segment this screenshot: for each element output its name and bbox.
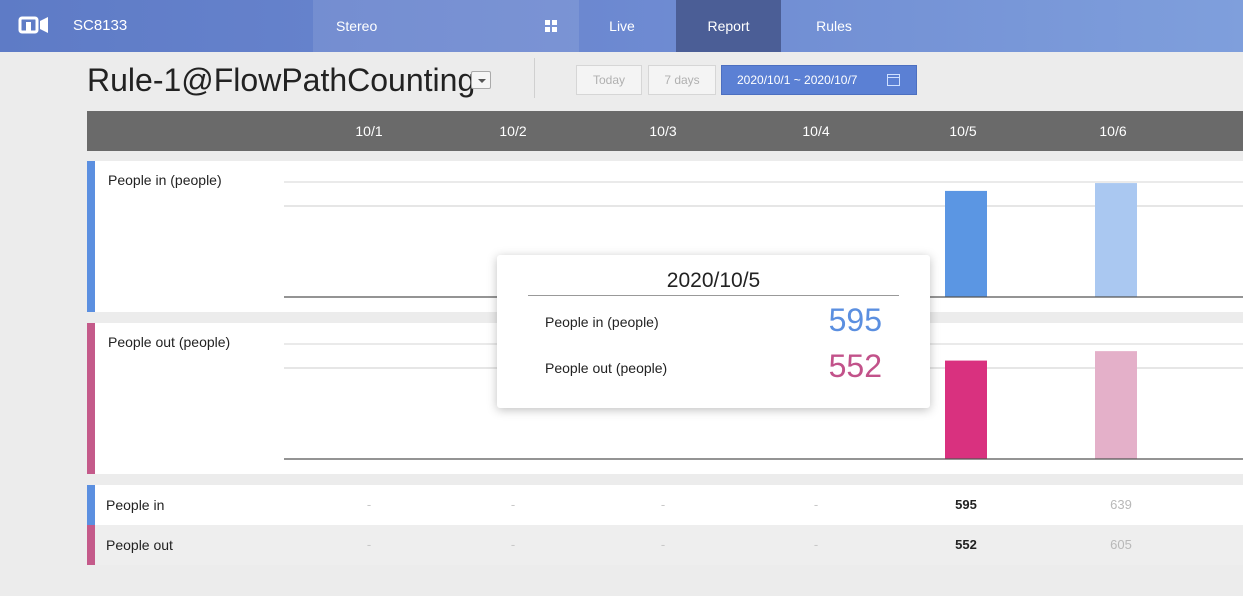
people-out-row-accent [87, 525, 95, 565]
tooltip-out-value: 552 [828, 348, 882, 384]
grid-icon[interactable] [545, 20, 557, 32]
date-header-bar: 10/1 10/2 10/3 10/4 10/5 10/6 [87, 111, 1243, 151]
table-cell: - [813, 537, 819, 552]
date-header-cell: 10/1 [355, 123, 383, 139]
tab-live[interactable]: Live [597, 0, 647, 52]
seven-days-button[interactable]: 7 days [648, 65, 716, 95]
header-divider [534, 58, 535, 98]
tooltip-row-in: People in (people) 595 [545, 302, 882, 342]
tooltip-in-value: 595 [828, 302, 882, 338]
rule-title: Rule-1@FlowPathCounting [87, 62, 476, 98]
table-cell: - [813, 497, 819, 512]
tooltip-row-out: People out (people) 552 [545, 348, 882, 388]
date-header-cell: 10/4 [802, 123, 830, 139]
date-header-cell: 10/6 [1099, 123, 1127, 139]
tab-stereo[interactable]: Stereo [313, 0, 579, 52]
chart-tooltip: 2020/10/5 People in (people) 595 People … [497, 255, 930, 408]
table-cell: 552 [955, 537, 977, 552]
device-name: SC8133 [73, 17, 128, 34]
people-in-row-label: People in [106, 497, 165, 513]
tab-stereo-label: Stereo [336, 18, 378, 34]
table-cell: 595 [955, 497, 977, 512]
tooltip-date: 2020/10/5 [666, 269, 761, 292]
date-range-button[interactable]: 2020/10/1 ~ 2020/10/7 [721, 65, 917, 95]
chart-bar[interactable] [945, 190, 987, 297]
camera-brand-logo-icon[interactable] [18, 13, 52, 39]
today-button[interactable]: Today [576, 65, 642, 95]
date-range-label: 2020/10/1 ~ 2020/10/7 [737, 73, 858, 87]
chart-bar[interactable] [945, 360, 987, 459]
date-header-cell: 10/5 [949, 123, 977, 139]
rule-dropdown-button[interactable] [471, 71, 491, 89]
chart-bar[interactable] [1095, 351, 1137, 459]
people-in-table-row: People in - - - - 595 639 [87, 485, 1243, 525]
table-cell: - [660, 537, 666, 552]
date-header-cell: 10/3 [649, 123, 677, 139]
tooltip-in-label: People in (people) [545, 314, 659, 330]
table-cell: - [510, 537, 516, 552]
people-in-row-accent [87, 485, 95, 525]
tab-rules[interactable]: Rules [804, 0, 864, 52]
tab-report[interactable]: Report [676, 0, 781, 52]
table-cell: - [366, 537, 372, 552]
people-out-table-row: People out - - - - 552 605 [87, 525, 1243, 565]
table-cell: - [660, 497, 666, 512]
calendar-icon [887, 74, 900, 86]
table-cell: - [510, 497, 516, 512]
date-header-cell: 10/2 [499, 123, 527, 139]
table-cell: 605 [1110, 537, 1132, 552]
people-out-row-label: People out [106, 537, 173, 553]
tooltip-divider [528, 295, 899, 296]
table-cell: 639 [1110, 497, 1132, 512]
table-cell: - [366, 497, 372, 512]
tooltip-out-label: People out (people) [545, 360, 668, 376]
top-nav-bar: SC8133 Stereo Live Report Rules [0, 0, 1243, 52]
chart-bar[interactable] [1095, 183, 1137, 297]
